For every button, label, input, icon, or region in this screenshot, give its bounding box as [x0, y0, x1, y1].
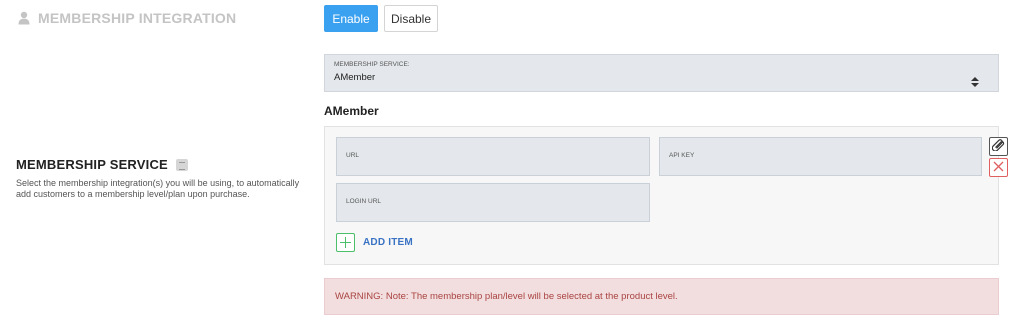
warning-alert: WARNING: Note: The membership plan/level… [324, 278, 999, 315]
paperclip-button[interactable] [989, 137, 1008, 156]
api-key-field[interactable]: API KEY [659, 137, 982, 176]
remove-button[interactable] [989, 158, 1008, 177]
user-icon [18, 11, 30, 25]
paperclip-icon [991, 138, 1005, 156]
help-icon[interactable] [175, 158, 188, 171]
url-field[interactable]: URL [336, 137, 650, 176]
row-actions [989, 137, 1008, 177]
add-item-label: ADD ITEM [363, 237, 413, 248]
add-item-button[interactable]: ADD ITEM [336, 233, 413, 252]
url-field-label: URL [346, 152, 360, 159]
membership-service-select-value: AMember [334, 72, 376, 83]
section-title-text: MEMBERSHIP INTEGRATION [38, 10, 237, 26]
membership-service-select-label: MEMBERSHIP SERVICE: [334, 61, 410, 68]
login-url-field[interactable]: LOGIN URL [336, 183, 650, 222]
amember-panel: URL API KEY LOGIN URL ADD ITEM [324, 126, 999, 265]
api-key-field-label: API KEY [669, 152, 695, 159]
membership-service-select[interactable]: MEMBERSHIP SERVICE: AMember [324, 54, 999, 92]
membership-service-description: Select the membership integration(s) you… [16, 178, 300, 199]
plus-icon [336, 233, 355, 252]
disable-button[interactable]: Disable [384, 5, 438, 32]
membership-service-heading-row: MEMBERSHIP SERVICE [16, 157, 306, 172]
login-url-field-label: LOGIN URL [346, 198, 382, 205]
sort-arrows-icon [971, 74, 979, 87]
membership-service-label-block: MEMBERSHIP SERVICE Select the membership… [16, 157, 306, 200]
enable-toggle-group: Enable Disable [324, 5, 438, 32]
close-icon [993, 159, 1004, 177]
warning-text: WARNING: Note: The membership plan/level… [335, 291, 678, 302]
enable-button[interactable]: Enable [324, 5, 378, 32]
amember-heading: AMember [324, 104, 379, 118]
membership-service-heading: MEMBERSHIP SERVICE [16, 157, 168, 172]
section-title: MEMBERSHIP INTEGRATION [18, 10, 236, 26]
